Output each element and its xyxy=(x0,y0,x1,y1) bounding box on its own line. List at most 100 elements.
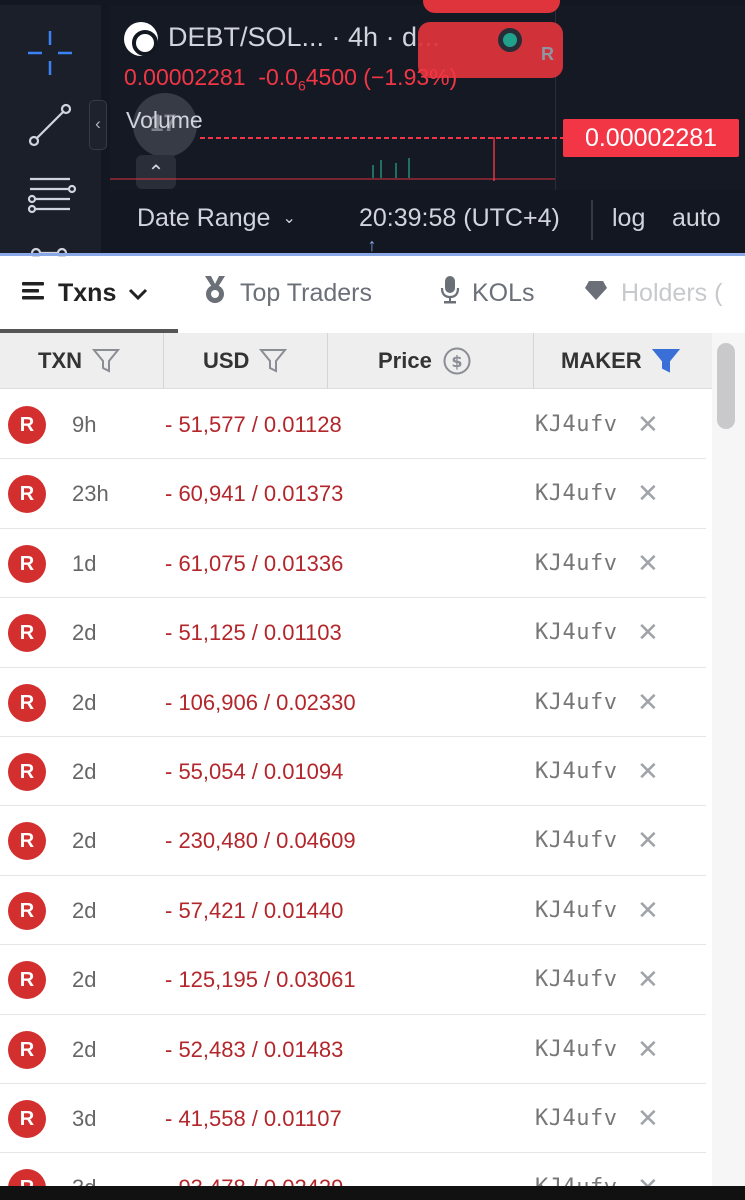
table-row[interactable]: R 2d - 51,125/0.01103 KJ4ufv ✕ xyxy=(0,598,706,668)
separator: / xyxy=(263,828,271,854)
token-amount: 0.01483 xyxy=(263,1036,344,1062)
token-amount: 0.04609 xyxy=(276,828,356,854)
maker-address[interactable]: KJ4ufv xyxy=(535,690,617,715)
price-change-prefix: -0.0 xyxy=(258,64,298,90)
filter-icon[interactable] xyxy=(92,348,120,374)
token-amount: 0.01440 xyxy=(263,897,344,923)
column-header-maker[interactable]: MAKER xyxy=(561,333,680,389)
maker-address[interactable]: KJ4ufv xyxy=(535,412,617,437)
maker-address[interactable]: KJ4ufv xyxy=(535,898,617,923)
separator: / xyxy=(251,620,258,646)
tab-holders[interactable]: Holders ( xyxy=(583,276,722,310)
txn-amount: - 52,483/0.01483 xyxy=(165,1037,343,1063)
filter-active-icon[interactable] xyxy=(651,348,680,374)
txn-amount: - 125,195/0.03061 xyxy=(165,967,356,993)
column-header-price[interactable]: Price $ xyxy=(378,333,472,389)
column-header-usd[interactable]: USD xyxy=(203,333,288,389)
remove-badge-icon: R xyxy=(8,1169,46,1186)
table-row[interactable]: R 2d - 57,421/0.01440 KJ4ufv ✕ xyxy=(0,875,706,946)
table-row[interactable]: R 2d - 125,195/0.03061 KJ4ufv ✕ xyxy=(0,945,706,1015)
volume-bar xyxy=(408,158,410,178)
maker-address[interactable]: KJ4ufv xyxy=(535,1106,617,1131)
usd-amount: - 125,195 xyxy=(165,967,258,993)
table-row[interactable]: R 2d - 55,054/0.01094 KJ4ufv ✕ xyxy=(0,736,706,807)
separator: / xyxy=(251,412,258,437)
table-row[interactable]: R 2d - 230,480/0.04609 KJ4ufv ✕ xyxy=(0,806,706,876)
maker-address[interactable]: KJ4ufv xyxy=(535,967,617,992)
separator: / xyxy=(251,897,258,923)
remove-badge-icon: R xyxy=(8,406,46,444)
close-icon[interactable]: ✕ xyxy=(637,617,659,648)
close-icon[interactable]: ✕ xyxy=(637,548,659,579)
trend-line-icon[interactable] xyxy=(20,95,80,155)
txn-age: 2d xyxy=(72,1036,97,1062)
close-icon[interactable]: ✕ xyxy=(637,895,659,926)
maker-address[interactable]: KJ4ufv xyxy=(535,828,617,853)
txn-amount: - 51,125/0.01103 xyxy=(165,620,342,646)
close-icon[interactable]: ✕ xyxy=(637,756,659,787)
volume-bar xyxy=(395,163,397,178)
usd-amount: - 55,054 xyxy=(165,758,246,784)
heart-icon xyxy=(583,279,609,308)
log-scale-button[interactable]: log xyxy=(612,204,645,233)
table-row[interactable]: R 23h - 60,941/0.01373 KJ4ufv ✕ xyxy=(0,459,706,529)
table-row[interactable]: R 2d - 52,483/0.01483 KJ4ufv ✕ xyxy=(0,1014,706,1084)
close-icon[interactable]: ✕ xyxy=(637,687,659,718)
table-row[interactable]: R 1d - 61,075/0.01336 KJ4ufv ✕ xyxy=(0,528,706,599)
tab-label: KOLs xyxy=(472,278,535,307)
close-icon[interactable]: ✕ xyxy=(637,478,659,509)
date-range-label: Date Range xyxy=(137,204,271,232)
crosshair-icon[interactable] xyxy=(20,23,80,83)
table-row[interactable]: R 3d - 41,558/0.01107 KJ4ufv ✕ xyxy=(0,1083,706,1154)
txn-amount: - 93,478 / 0.02429 xyxy=(165,1175,343,1186)
close-icon[interactable]: ✕ xyxy=(637,1103,659,1134)
price-step-line xyxy=(493,137,495,181)
maker-address[interactable]: KJ4ufv xyxy=(535,551,617,576)
usd-amount: - 61,075 xyxy=(165,550,246,576)
txn-age: 2d xyxy=(72,897,97,923)
tab-label: Top Traders xyxy=(240,278,373,307)
close-icon[interactable]: ✕ xyxy=(637,964,659,995)
status-dot-icon xyxy=(498,28,522,52)
maker-address[interactable]: KJ4ufv xyxy=(535,1037,617,1062)
maker-address[interactable]: KJ4ufv xyxy=(535,759,617,784)
system-nav-strip xyxy=(0,1186,745,1200)
time-zone-clock[interactable]: 20:39:58 (UTC+4) xyxy=(359,204,560,233)
txn-age: 23h xyxy=(72,481,109,507)
date-range-dropdown[interactable]: Date Range ⌄ xyxy=(137,204,296,233)
table-row[interactable]: R 3d - 93,478 / 0.02429 KJ4ufv ✕ xyxy=(0,1153,706,1186)
table-row[interactable]: R 9h - 51,577/0.01128 KJ4ufv ✕ xyxy=(0,390,706,460)
table-row[interactable]: R 2d - 106,906/0.02330 KJ4ufv ✕ xyxy=(0,667,706,737)
close-icon[interactable]: ✕ xyxy=(637,1172,659,1186)
currency-toggle-icon[interactable]: $ xyxy=(442,346,472,376)
chevron-down-icon xyxy=(128,279,148,308)
price-line xyxy=(200,137,563,139)
maker-address[interactable]: KJ4ufv xyxy=(535,481,617,506)
fib-retracement-icon[interactable] xyxy=(20,165,80,225)
close-icon[interactable]: ✕ xyxy=(637,409,659,440)
token-amount: 0.02429 xyxy=(264,1175,344,1186)
close-icon[interactable]: ✕ xyxy=(637,1034,659,1065)
scrollbar-thumb[interactable] xyxy=(717,343,735,429)
column-header-txn[interactable]: TXN xyxy=(38,333,120,389)
close-icon[interactable]: ✕ xyxy=(637,825,659,856)
remove-badge-icon: R xyxy=(8,961,46,1000)
toolbar-collapse-button[interactable]: ‹ xyxy=(89,100,107,150)
tab-top-traders[interactable]: Top Traders xyxy=(202,275,373,310)
maker-address[interactable]: KJ4ufv xyxy=(535,620,617,645)
maker-address[interactable]: KJ4ufv xyxy=(535,1175,617,1186)
txn-amount: - 41,558/0.01107 xyxy=(165,1106,342,1132)
tab-kols[interactable]: KOLs xyxy=(440,275,535,310)
volume-baseline xyxy=(110,178,555,180)
auto-scale-button[interactable]: auto xyxy=(672,204,721,233)
tab-txns[interactable]: Txns xyxy=(22,276,148,310)
usd-amount: - 41,558 xyxy=(165,1105,246,1131)
pair-title[interactable]: DEBT/SOL... · 4h · d... xyxy=(168,22,440,53)
usd-amount: - 51,125 xyxy=(165,620,246,646)
filter-icon[interactable] xyxy=(259,348,288,374)
collapse-pane-button[interactable]: ⌃ xyxy=(136,155,176,189)
remove-badge-icon: R xyxy=(8,544,46,583)
scrollbar-track[interactable] xyxy=(712,333,745,1186)
token-amount: 0.01103 xyxy=(263,620,342,646)
chevron-down-icon: ⌄ xyxy=(282,210,296,227)
